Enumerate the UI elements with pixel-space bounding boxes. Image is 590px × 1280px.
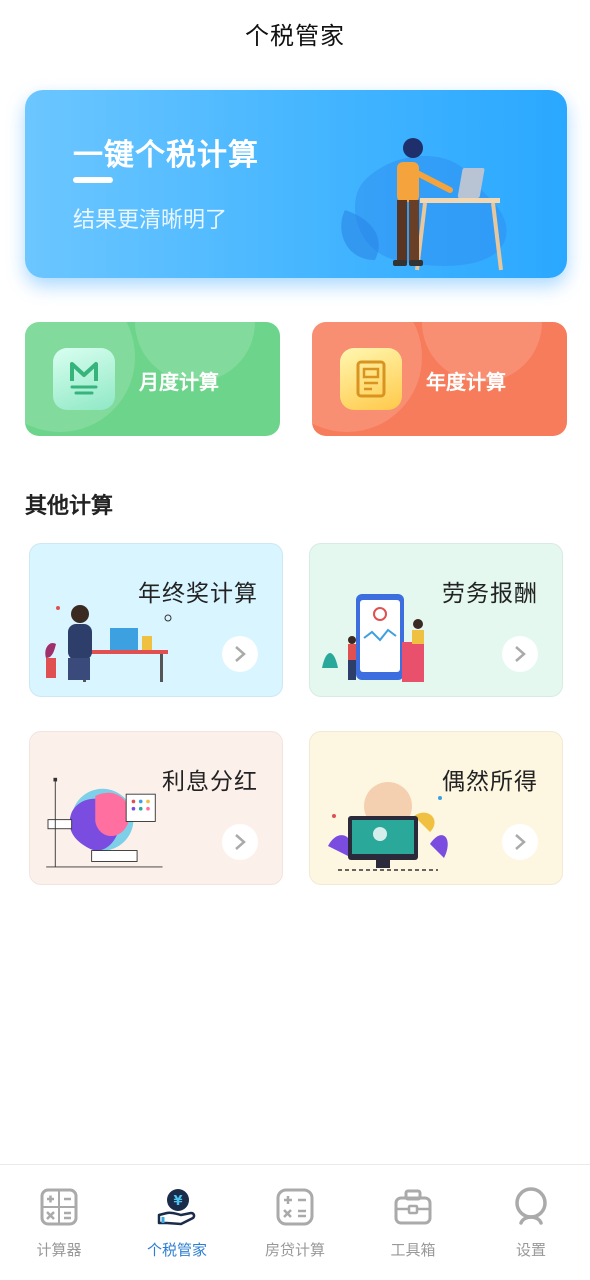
year-end-bonus-card[interactable]: 年终奖计算 — [29, 543, 283, 697]
promo-banner[interactable]: 一键个税计算 结果更清晰明了 — [25, 90, 567, 278]
other-calc-section-title: 其他计算 — [25, 494, 114, 519]
tab-label: 个税管家 — [146, 1241, 207, 1259]
tax-hand-icon: ¥ — [157, 1187, 197, 1227]
design-tools-illustration — [46, 777, 163, 868]
labor-remuneration-card[interactable]: 劳务报酬 — [309, 543, 563, 697]
banner-title: 一键个税计算 — [73, 138, 259, 173]
interest-dividend-card[interactable]: 利息分红 — [29, 731, 283, 885]
chevron-right-icon[interactable] — [502, 636, 538, 672]
tab-label: 设置 — [515, 1241, 546, 1259]
banner-underline — [73, 177, 113, 183]
m-letter-icon — [53, 348, 115, 410]
person-at-desk-illustration — [341, 138, 507, 271]
tab-label: 房贷计算 — [264, 1241, 325, 1259]
tab-label: 工具箱 — [390, 1241, 436, 1259]
bottom-tab-bar: 计算器 ¥ 个税管家 房贷计算 工具箱 设置 — [0, 1164, 590, 1280]
incidental-income-card[interactable]: 偶然所得 — [309, 731, 563, 885]
banner-subtitle: 结果更清晰明了 — [73, 208, 228, 233]
phone-analytics-illustration — [322, 594, 424, 682]
tab-settings[interactable]: 设置 — [472, 1165, 590, 1280]
monthly-calc-card[interactable]: 月度计算 — [25, 322, 280, 436]
tab-label: 计算器 — [36, 1241, 82, 1259]
chevron-right-icon[interactable] — [502, 824, 538, 860]
toolbox-icon — [393, 1187, 433, 1227]
tab-toolbox[interactable]: 工具箱 — [354, 1165, 472, 1280]
top-bar: 个税管家 — [0, 0, 590, 66]
calculator-icon — [39, 1187, 79, 1227]
settings-person-icon — [511, 1187, 551, 1227]
chevron-right-icon[interactable] — [222, 824, 258, 860]
svg-text:¥: ¥ — [173, 1194, 182, 1209]
yearly-calc-card[interactable]: 年度计算 — [312, 322, 567, 436]
tab-calculator[interactable]: 计算器 — [0, 1165, 118, 1280]
office-worker-illustration — [45, 605, 172, 682]
calculator-icon — [275, 1187, 315, 1227]
computer-creative-illustration — [328, 782, 448, 871]
tab-mortgage-calc[interactable]: 房贷计算 — [236, 1165, 354, 1280]
page-title: 个税管家 — [245, 21, 345, 50]
tab-tax-manager[interactable]: ¥ 个税管家 — [118, 1165, 236, 1280]
document-icon — [340, 348, 402, 410]
monthly-calc-label: 月度计算 — [139, 370, 219, 394]
chevron-right-icon[interactable] — [222, 636, 258, 672]
yearly-calc-label: 年度计算 — [426, 370, 506, 394]
